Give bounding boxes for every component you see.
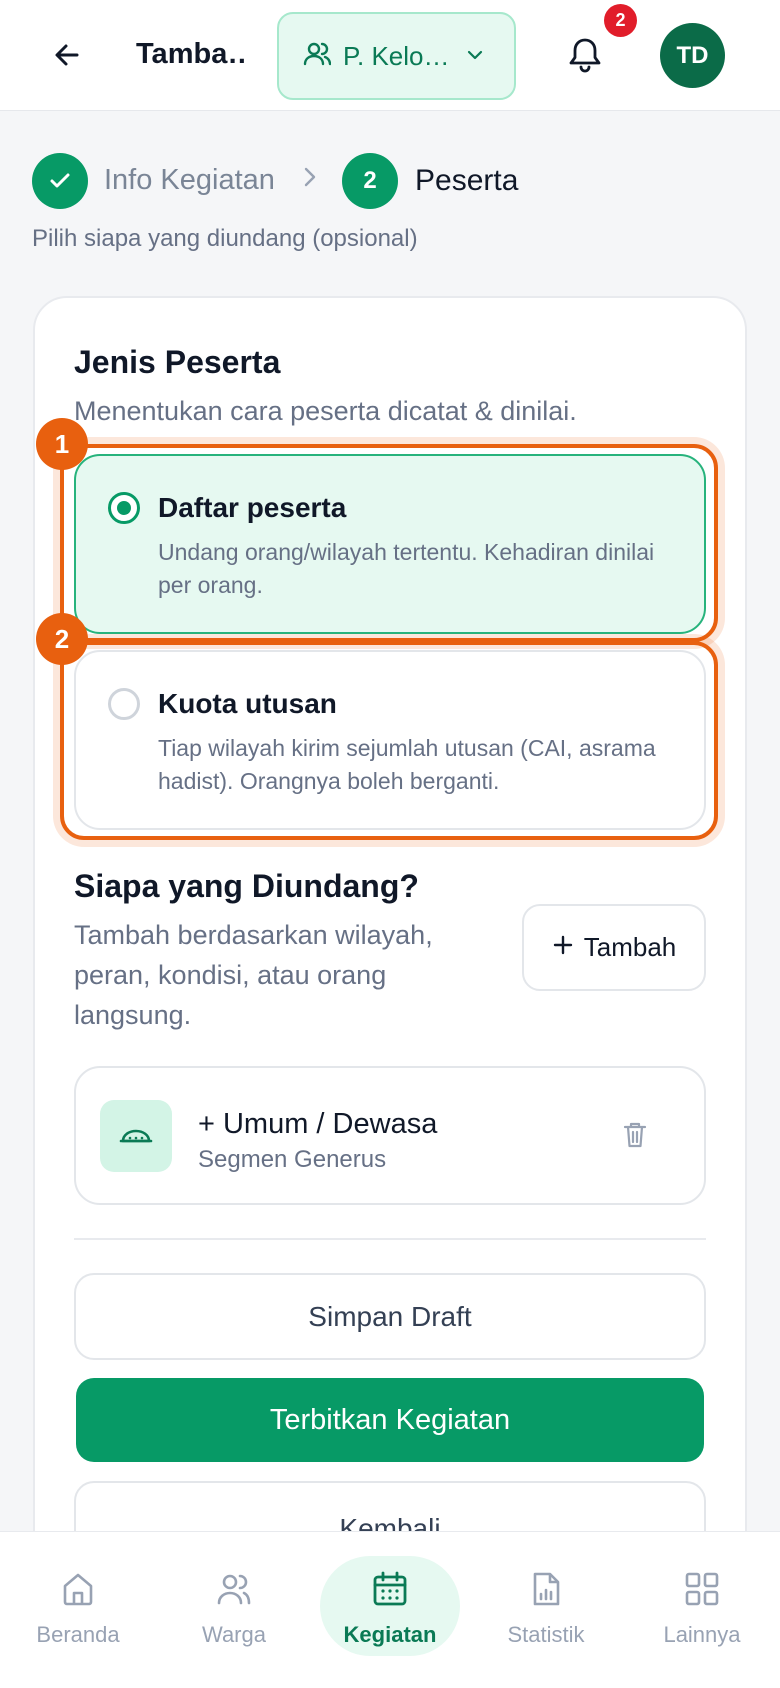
nav-beranda[interactable]: Beranda <box>0 1532 156 1688</box>
nav-kegiatan[interactable]: Kegiatan <box>312 1532 468 1688</box>
nav-warga[interactable]: Warga <box>156 1532 312 1688</box>
option-description: Undang orang/wilayah tertentu. Kehadiran… <box>158 539 655 598</box>
notification-badge: 2 <box>604 4 637 37</box>
participant-type-description: Menentukan cara peserta dicatat & dinila… <box>74 396 577 426</box>
publish-button[interactable]: Terbitkan Kegiatan <box>76 1378 704 1462</box>
grid-icon <box>683 1570 721 1614</box>
option-title: Daftar peserta <box>158 492 347 523</box>
highlight-marker-1: 1 <box>36 418 88 470</box>
app-header: Tamba… P. Kelo… 2 TD <box>0 0 780 111</box>
users-icon <box>215 1570 253 1614</box>
segment-subtitle: Segmen Generus <box>198 1146 387 1173</box>
add-invitee-button[interactable]: Tambah <box>522 904 706 991</box>
participant-type-title: Jenis Peserta <box>74 344 281 380</box>
page-title: Tamba… <box>136 38 248 70</box>
nav-label: Statistik <box>507 1622 585 1647</box>
step-subtitle: Pilih siapa yang diundang (opsional) <box>32 225 418 252</box>
step1-label: Info Kegiatan <box>104 164 275 196</box>
radio-unselected[interactable] <box>108 688 140 720</box>
add-button-label: Tambah <box>583 932 677 962</box>
invitees-title: Siapa yang Diundang? <box>74 868 419 904</box>
back-arrow-icon[interactable] <box>44 32 90 78</box>
option-daftar-peserta[interactable]: Daftar peserta Undang orang/wilayah tert… <box>74 454 706 634</box>
calendar-icon <box>371 1570 409 1614</box>
chart-file-icon <box>527 1570 565 1614</box>
nav-label: Kegiatan <box>343 1622 437 1647</box>
nav-statistik[interactable]: Statistik <box>468 1532 624 1688</box>
step2-number: 2 <box>342 153 398 209</box>
plus-icon <box>552 932 574 963</box>
bell-icon[interactable] <box>562 32 608 78</box>
radio-selected[interactable] <box>108 492 140 524</box>
chevron-right-icon <box>300 163 320 196</box>
nav-lainnya[interactable]: Lainnya <box>624 1532 780 1688</box>
trash-icon[interactable] <box>622 1120 648 1155</box>
group-selector[interactable]: P. Kelo… <box>277 12 516 100</box>
highlight-marker-2: 2 <box>36 613 88 665</box>
option-kuota-utusan[interactable]: Kuota utusan Tiap wilayah kirim sejumlah… <box>74 650 706 830</box>
users-icon <box>303 40 332 73</box>
group-selector-label: P. Kelo… <box>343 40 450 71</box>
nav-label: Beranda <box>36 1622 120 1647</box>
step2-label: Peserta <box>415 164 519 197</box>
nav-label: Lainnya <box>663 1622 741 1647</box>
segment-title: + Umum / Dewasa <box>198 1108 438 1140</box>
nav-label: Warga <box>202 1622 266 1647</box>
segment-item: + Umum / Dewasa Segmen Generus <box>74 1066 706 1205</box>
divider <box>74 1238 706 1240</box>
save-draft-button[interactable]: Simpan Draft <box>74 1273 706 1360</box>
cap-icon <box>100 1100 172 1172</box>
chevron-down-icon <box>464 44 486 71</box>
option-title: Kuota utusan <box>158 688 337 719</box>
option-description: Tiap wilayah kirim sejumlah utusan (CAI,… <box>158 735 656 794</box>
bottom-navigation: Beranda Warga Kegiatan Statistik Lainnya <box>0 1531 780 1688</box>
avatar[interactable]: TD <box>660 23 725 88</box>
step-complete-check-icon <box>32 153 88 209</box>
invitees-description: Tambah berdasarkan wilayah, peran, kondi… <box>74 920 433 1030</box>
home-icon <box>59 1570 97 1614</box>
